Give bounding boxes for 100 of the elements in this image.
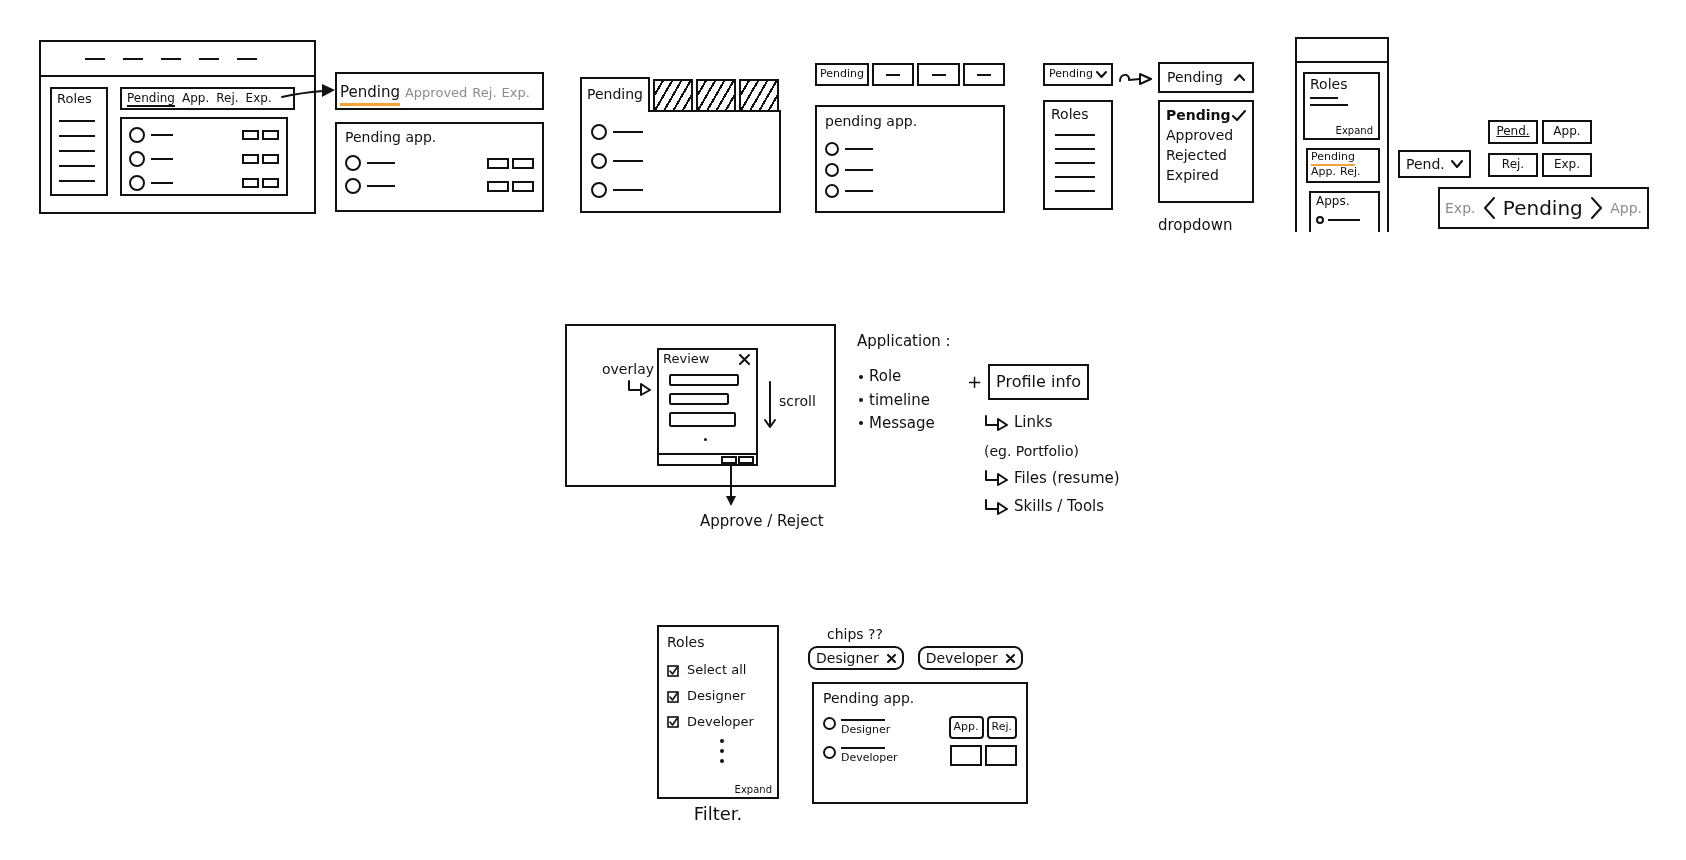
turn-arrow-icon: [984, 498, 1008, 515]
filter-chip[interactable]: Developer: [917, 646, 1023, 671]
checkbox[interactable]: [667, 690, 679, 703]
tab[interactable]: Pending: [340, 83, 400, 106]
notes-item: timeline: [869, 391, 930, 409]
notes-item: Role: [869, 368, 902, 386]
checkbox[interactable]: [667, 716, 679, 729]
filter-button[interactable]: App.: [1542, 120, 1592, 144]
close-icon[interactable]: [886, 653, 896, 663]
dropdown-option[interactable]: Expired: [1166, 167, 1246, 184]
button-placeholder[interactable]: [985, 744, 1017, 766]
card-title: Apps.: [1316, 195, 1351, 210]
transition-arrow: [1117, 70, 1154, 85]
button-placeholder[interactable]: [242, 130, 259, 140]
tab[interactable]: Rej.: [1340, 165, 1361, 181]
button-placeholder[interactable]: [242, 154, 259, 164]
nav-placeholder-dash: [198, 57, 219, 60]
hatched-tab[interactable]: [652, 79, 693, 110]
button-placeholder[interactable]: [512, 180, 534, 192]
dropdown[interactable]: Pending: [1158, 62, 1254, 93]
checkbox-label: Select all: [687, 663, 747, 679]
placeholder-tab[interactable]: [872, 63, 915, 86]
more-content-dot: [704, 437, 707, 441]
notes-subitem-detail: (eg. Portfolio): [984, 442, 1080, 459]
text-placeholder-line: [367, 185, 395, 188]
text-placeholder-line: [59, 134, 95, 137]
action-button[interactable]: App.: [948, 716, 984, 739]
name-placeholder-line: [841, 718, 885, 721]
filter-button[interactable]: Rej.: [1488, 153, 1538, 177]
tab[interactable]: Pending: [127, 89, 175, 108]
text-placeholder-line: [845, 190, 873, 193]
bullet-icon: [859, 421, 863, 426]
turn-arrow-icon: [984, 415, 1008, 431]
content-placeholder: [669, 392, 729, 405]
hatched-tab[interactable]: [738, 79, 779, 110]
button-placeholder[interactable]: [262, 130, 279, 140]
tab[interactable]: Rej.: [216, 89, 239, 108]
text-placeholder-line: [151, 134, 173, 136]
text-placeholder-line: [1328, 219, 1360, 222]
placeholder-tab[interactable]: [962, 63, 1005, 86]
content-placeholder: [669, 373, 739, 386]
tab[interactable]: Pending: [580, 77, 650, 112]
button-placeholder[interactable]: [721, 456, 737, 464]
highlighted-note: Profile info: [988, 364, 1089, 401]
nav-placeholder-dash: [236, 57, 257, 60]
chevron-left-icon[interactable]: [1483, 197, 1495, 219]
text-placeholder-line: [845, 148, 873, 151]
filter-chip[interactable]: Designer: [808, 646, 904, 671]
close-icon[interactable]: [739, 353, 750, 365]
name-placeholder-line: [841, 746, 885, 749]
expand-link[interactable]: Expand: [1335, 124, 1373, 136]
button-placeholder[interactable]: [262, 154, 279, 164]
scroll-arrow: [764, 381, 776, 429]
tab[interactable]: Pending: [815, 63, 869, 86]
dropdown[interactable]: Pend.: [1398, 150, 1471, 178]
text-placeholder-line: [59, 179, 95, 182]
avatar-circle: [345, 178, 361, 195]
text-placeholder-line: [367, 162, 395, 165]
placeholder-tab[interactable]: [917, 63, 960, 86]
tab[interactable]: Pending: [1311, 151, 1355, 166]
caption: Filter.: [693, 804, 743, 825]
dropdown-option[interactable]: Pending: [1166, 107, 1246, 124]
text-placeholder-line: [151, 158, 173, 160]
button-placeholder[interactable]: [512, 157, 534, 169]
panel-title: Roles: [667, 634, 706, 651]
button-placeholder[interactable]: [950, 744, 982, 766]
button-placeholder[interactable]: [262, 178, 279, 188]
expand-link[interactable]: Expand: [734, 783, 772, 795]
checkbox[interactable]: [667, 664, 679, 677]
text-placeholder-line: [59, 119, 95, 122]
dropdown-option[interactable]: Approved: [1166, 127, 1246, 144]
text-placeholder-line: [845, 169, 873, 172]
annotation-label: scroll: [779, 393, 816, 411]
label-placeholder-dash: [976, 73, 991, 76]
checkbox-label: Designer: [687, 689, 746, 704]
text-placeholder-line: [59, 164, 95, 167]
avatar-circle: [591, 182, 607, 198]
button-placeholder[interactable]: [487, 157, 509, 169]
dropdown[interactable]: Pending: [1043, 63, 1113, 86]
checkbox-label: Developer: [687, 714, 754, 730]
notes-item: Message: [869, 414, 935, 432]
label-placeholder-dash: [931, 73, 946, 76]
tab[interactable]: Exp.: [245, 89, 272, 108]
button-placeholder[interactable]: [242, 178, 259, 188]
list-title: Pending app.: [345, 129, 438, 146]
role-label: Developer: [841, 751, 898, 765]
filter-button[interactable]: Exp.: [1542, 153, 1592, 177]
notes-subitem: Files (resume): [1014, 469, 1120, 487]
dropdown-option[interactable]: Rejected: [1166, 147, 1246, 164]
chevron-right-icon[interactable]: [1591, 197, 1602, 219]
checkmark-icon: [1232, 109, 1246, 121]
filter-button[interactable]: Pend.: [1488, 120, 1538, 144]
hatched-tab[interactable]: [695, 79, 736, 110]
tab[interactable]: App.: [182, 89, 210, 108]
close-icon[interactable]: [1005, 653, 1015, 663]
tab[interactable]: App.: [1311, 165, 1336, 181]
button-placeholder[interactable]: [487, 180, 509, 192]
caption: dropdown: [1158, 217, 1234, 235]
action-button[interactable]: Rej.: [986, 716, 1017, 739]
button-placeholder[interactable]: [738, 456, 754, 464]
